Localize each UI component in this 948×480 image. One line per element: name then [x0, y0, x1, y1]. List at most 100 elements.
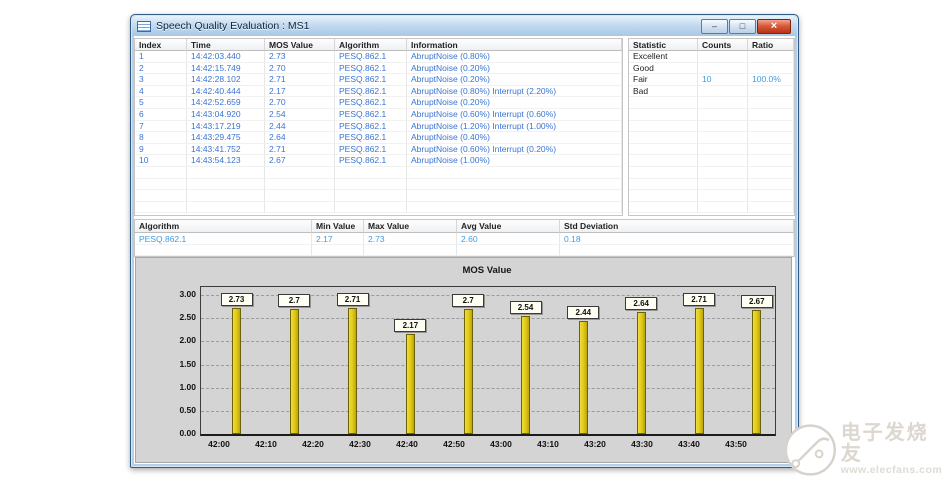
- cell-time: 14:42:03.440: [187, 51, 265, 63]
- cell-counts: [698, 86, 748, 98]
- column-header[interactable]: Time: [187, 39, 265, 51]
- cell-max: 2.73: [364, 233, 457, 245]
- table-row[interactable]: 914:43:41.7522.71PESQ.862.1AbruptNoise (…: [135, 144, 622, 156]
- app-icon: [137, 21, 151, 32]
- mos-bar-value-label: 2.7: [452, 294, 484, 307]
- statistics-table-header: StatisticCountsRatio: [629, 39, 794, 51]
- mos-bar-value-label: 2.7: [278, 294, 310, 307]
- cell-ratio: [748, 63, 794, 75]
- column-header[interactable]: Min Value: [312, 220, 364, 233]
- cell-index: 9: [135, 144, 187, 156]
- cell-mos: 2.44: [265, 121, 335, 133]
- cell-mos: 2.73: [265, 51, 335, 63]
- table-row[interactable]: 114:42:03.4402.73PESQ.862.1AbruptNoise (…: [135, 51, 622, 63]
- column-header[interactable]: Statistic: [629, 39, 698, 51]
- column-header[interactable]: Information: [407, 39, 622, 51]
- chart-gridline: [201, 411, 775, 412]
- table-row[interactable]: 714:43:17.2192.44PESQ.862.1AbruptNoise (…: [135, 121, 622, 133]
- cell-counts: [698, 63, 748, 75]
- cell-time: 14:43:41.752: [187, 144, 265, 156]
- cell-information: AbruptNoise (0.80%): [407, 51, 622, 63]
- column-header[interactable]: Counts: [698, 39, 748, 51]
- window-controls: – □ ×: [701, 19, 792, 34]
- mos-bar-value-label: 2.71: [337, 293, 369, 306]
- mos-bar-value-label: 2.64: [625, 297, 657, 310]
- cell-information: AbruptNoise (0.40%): [407, 132, 622, 144]
- cell-index: 1: [135, 51, 187, 63]
- column-header[interactable]: Index: [135, 39, 187, 51]
- cell-mos: 2.67: [265, 155, 335, 167]
- results-table-body: 114:42:03.4402.73PESQ.862.1AbruptNoise (…: [135, 51, 622, 213]
- mos-bar: [521, 316, 530, 434]
- column-header[interactable]: MOS Value: [265, 39, 335, 51]
- cell-time: 14:42:52.659: [187, 97, 265, 109]
- cell-time: 14:43:04.920: [187, 109, 265, 121]
- cell-algorithm: PESQ.862.1: [335, 63, 407, 75]
- cell-algorithm: PESQ.862.1: [335, 51, 407, 63]
- cell-algorithm: PESQ.862.1: [335, 121, 407, 133]
- table-row[interactable]: 1014:43:54.1232.67PESQ.862.1AbruptNoise …: [135, 155, 622, 167]
- chart-plot-area: 2.732.72.712.172.72.542.442.642.712.67: [200, 286, 776, 436]
- cell-information: AbruptNoise (1.00%): [407, 155, 622, 167]
- stat-row-empty: [629, 155, 794, 167]
- cell-information: AbruptNoise (0.60%) Interrupt (0.60%): [407, 109, 622, 121]
- x-axis-tick-label: 42:50: [432, 439, 476, 449]
- table-row[interactable]: 614:43:04.9202.54PESQ.862.1AbruptNoise (…: [135, 109, 622, 121]
- mos-bar: [637, 312, 646, 434]
- table-row-empty: [135, 190, 622, 202]
- screenshot-canvas: Speech Quality Evaluation : MS1 – □ × In…: [0, 0, 948, 480]
- y-axis-tick-label: 1.50: [152, 359, 196, 369]
- y-axis-tick-label: 3.00: [152, 289, 196, 299]
- table-row[interactable]: 814:43:29.4752.64PESQ.862.1AbruptNoise (…: [135, 132, 622, 144]
- mos-chart-panel: MOS Value 2.732.72.712.172.72.542.442.64…: [135, 257, 792, 463]
- cell-information: AbruptNoise (0.20%): [407, 97, 622, 109]
- x-axis-tick-label: 42:10: [244, 439, 288, 449]
- mos-bar-value-label: 2.71: [683, 293, 715, 306]
- x-axis-tick-label: 43:20: [573, 439, 617, 449]
- app-window: Speech Quality Evaluation : MS1 – □ × In…: [130, 14, 799, 468]
- cell-statistic: Good: [629, 63, 698, 75]
- column-header[interactable]: Avg Value: [457, 220, 560, 233]
- window-titlebar[interactable]: Speech Quality Evaluation : MS1 – □ ×: [132, 16, 797, 36]
- column-header[interactable]: Std Deviation: [560, 220, 794, 233]
- table-row[interactable]: 314:42:28.1022.71PESQ.862.1AbruptNoise (…: [135, 74, 622, 86]
- column-header[interactable]: Ratio: [748, 39, 794, 51]
- stat-row: Excellent: [629, 51, 794, 63]
- cell-index: 5: [135, 97, 187, 109]
- minimize-button[interactable]: –: [701, 19, 728, 34]
- close-button[interactable]: ×: [757, 19, 791, 34]
- cell-std: 0.18: [560, 233, 794, 245]
- maximize-button[interactable]: □: [729, 19, 756, 34]
- cell-counts: 10: [698, 74, 748, 86]
- mos-bar: [348, 308, 357, 434]
- stat-row-empty: [629, 144, 794, 156]
- mos-bar: [752, 310, 761, 434]
- stat-row-empty: [629, 202, 794, 214]
- column-header[interactable]: Max Value: [364, 220, 457, 233]
- cell-mos: 2.64: [265, 132, 335, 144]
- chart-gridline: [201, 341, 775, 342]
- cell-index: 8: [135, 132, 187, 144]
- cell-time: 14:42:28.102: [187, 74, 265, 86]
- close-icon: ×: [771, 21, 777, 32]
- table-row[interactable]: 514:42:52.6592.70PESQ.862.1AbruptNoise (…: [135, 97, 622, 109]
- cell-mos: 2.54: [265, 109, 335, 121]
- table-row[interactable]: 414:42:40.4442.17PESQ.862.1AbruptNoise (…: [135, 86, 622, 98]
- cell-algorithm: PESQ.862.1: [335, 144, 407, 156]
- column-header[interactable]: Algorithm: [135, 220, 312, 233]
- stat-row: Good: [629, 63, 794, 75]
- x-axis-tick-label: 43:00: [479, 439, 523, 449]
- chart-gridline: [201, 365, 775, 366]
- cell-index: 2: [135, 63, 187, 75]
- stat-row-empty: [629, 109, 794, 121]
- maximize-icon: □: [740, 22, 745, 31]
- results-table: IndexTimeMOS ValueAlgorithmInformation 1…: [134, 38, 623, 216]
- mos-bar: [464, 309, 473, 434]
- stat-row: Bad: [629, 86, 794, 98]
- chart-title: MOS Value: [200, 265, 774, 276]
- y-axis-tick-label: 2.00: [152, 335, 196, 345]
- table-row[interactable]: 214:42:15.7492.70PESQ.862.1AbruptNoise (…: [135, 63, 622, 75]
- cell-counts: [698, 51, 748, 63]
- column-header[interactable]: Algorithm: [335, 39, 407, 51]
- cell-ratio: 100.0%: [748, 74, 794, 86]
